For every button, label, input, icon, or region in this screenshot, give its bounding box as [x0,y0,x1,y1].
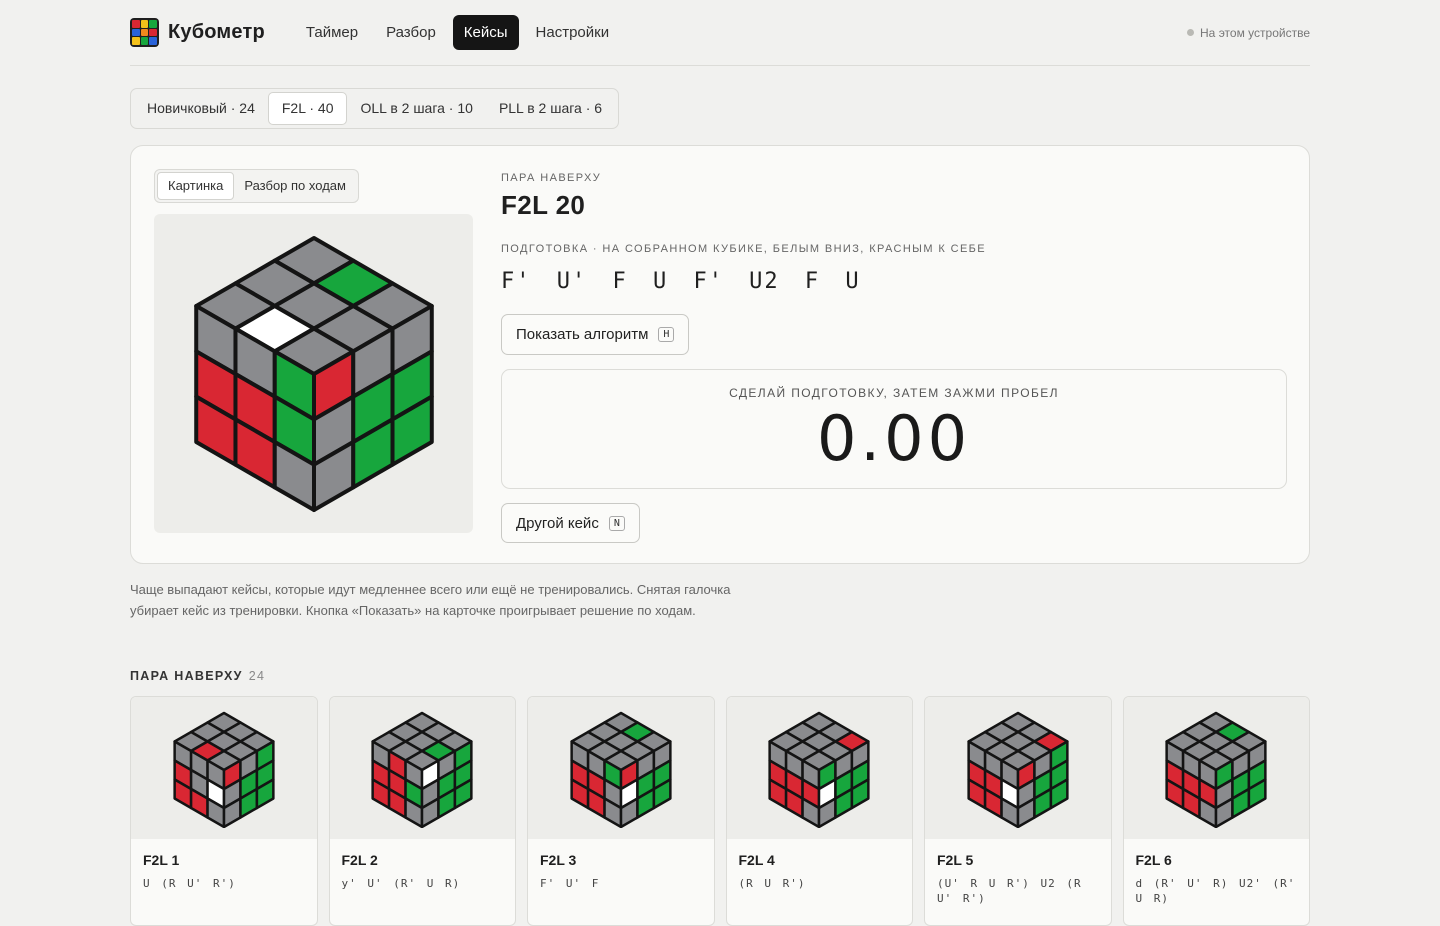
logo[interactable]: Кубометр [130,18,265,47]
app-name: Кубометр [168,21,265,43]
case-card-algorithm: F' U' F [540,877,600,890]
case-card[interactable]: F2L 3 F' U' F [527,696,715,926]
nav-item-4[interactable]: Настройки [525,15,621,50]
case-grid: F2L 1 U (R U' R') F2L 2 y' U' (R' U R) F2L 3… [130,696,1310,926]
cube-picture [154,214,473,533]
case-title: F2L 20 [501,190,586,220]
case-card-picture [726,697,912,839]
case-set-tab-2[interactable]: F2L · 40 [267,92,348,125]
status-dot-icon [1187,29,1195,36]
section-heading: ПАРА НАВЕРХУ 24 [130,669,265,683]
case-card[interactable]: F2L 4 (R U R') [725,696,913,926]
nav-item-2[interactable]: Разбор [375,15,447,50]
show-algorithm-button[interactable]: Показать алгоритм H [501,314,690,355]
setup-moves: F' U' F U F' U2 F U [501,269,861,294]
case-set-tabs: Новичковый · 24 F2L · 40 OLL в 2 шага · 10… [130,88,620,129]
case-card-picture [528,697,714,839]
training-note: Чаще выпадают кейсы, которые идут медлен… [130,582,731,618]
next-case-button[interactable]: Другой кейс N [501,503,640,543]
timer-panel[interactable]: СДЕЛАЙ ПОДГОТОВКУ, ЗАТЕМ ЗАЖМИ ПРОБЕЛ 0.… [501,369,1287,489]
view-toggle-option-1[interactable]: Картинка [157,172,235,200]
top-bar: Кубометр Таймер Разбор Кейсы Настройки На э… [130,0,1310,66]
case-card-picture [1123,697,1309,839]
case-cube-diagram [768,711,870,828]
cube-logo-icon [130,18,159,47]
case-card-name: F2L 1 [143,852,180,868]
case-card-algorithm: U (R U' R') [143,877,236,890]
show-algorithm-label: Показать алгоритм [516,326,649,343]
case-cube-diagram [173,711,275,828]
case-card-picture [925,697,1111,839]
case-card-name: F2L 6 [1135,852,1172,868]
case-group: ПАРА НАВЕРХУ [501,172,602,184]
case-set-tab-1[interactable]: Новичковый · 24 [134,92,268,125]
section-title: ПАРА НАВЕРХУ [130,669,243,683]
case-card-name: F2L 3 [540,852,577,868]
case-card[interactable]: F2L 1 U (R U' R') [130,696,318,926]
shortcut-key-h: H [658,327,675,342]
case-card-algorithm: y' U' (R' U R) [341,877,461,890]
next-case-label: Другой кейс [516,514,599,532]
shortcut-key-n: N [608,515,625,531]
timer-display: 0.00 [816,402,972,475]
case-card-name: F2L 2 [341,852,378,868]
case-trainer-card: Картинка Разбор по ходам ПАРА НАВЕРХУ F2L… [130,145,1310,564]
case-card-algorithm: (R U R') [738,877,806,890]
case-card-name: F2L 4 [738,852,775,868]
case-cube-diagram [1165,711,1267,828]
view-toggle: Картинка Разбор по ходам [154,169,359,203]
case-card-algorithm: d (R' U' R) U2' (R' U R) [1135,877,1296,905]
section-count: 24 [248,669,266,683]
case-card-picture [131,697,317,839]
device-status-label: На этом устройстве [1200,25,1310,40]
case-card[interactable]: F2L 6 d (R' U' R) U2' (R' U R) [1122,696,1310,926]
case-cube-diagram [371,711,473,828]
case-set-tab-4[interactable]: PLL в 2 шага · 6 [486,92,615,125]
timer-hint: СДЕЛАЙ ПОДГОТОВКУ, ЗАТЕМ ЗАЖМИ ПРОБЕЛ [729,386,1059,400]
cube-diagram [194,236,434,512]
case-cube-diagram [570,711,672,828]
case-card-picture [329,697,515,839]
case-card-algorithm: (U' R U R') U2 (R U' R') [937,877,1082,905]
case-cube-diagram [967,711,1069,828]
main-nav: Таймер Разбор Кейсы Настройки [295,15,620,50]
case-card-name: F2L 5 [937,852,974,868]
view-toggle-option-2[interactable]: Разбор по ходам [234,172,356,200]
nav-item-3[interactable]: Кейсы [452,15,519,50]
setup-label: ПОДГОТОВКА · НА СОБРАННОМ КУБИКЕ, БЕЛЫМ … [501,243,987,255]
device-status: На этом устройстве [1187,26,1310,40]
case-set-tab-3[interactable]: OLL в 2 шага · 10 [347,92,485,125]
case-info: ПАРА НАВЕРХУ F2L 20 ПОДГОТОВКА · НА СОБР… [501,172,1287,543]
nav-item-1[interactable]: Таймер [295,15,369,50]
case-card[interactable]: F2L 5 (U' R U R') U2 (R U' R') [924,696,1112,926]
case-card[interactable]: F2L 2 y' U' (R' U R) [328,696,516,926]
